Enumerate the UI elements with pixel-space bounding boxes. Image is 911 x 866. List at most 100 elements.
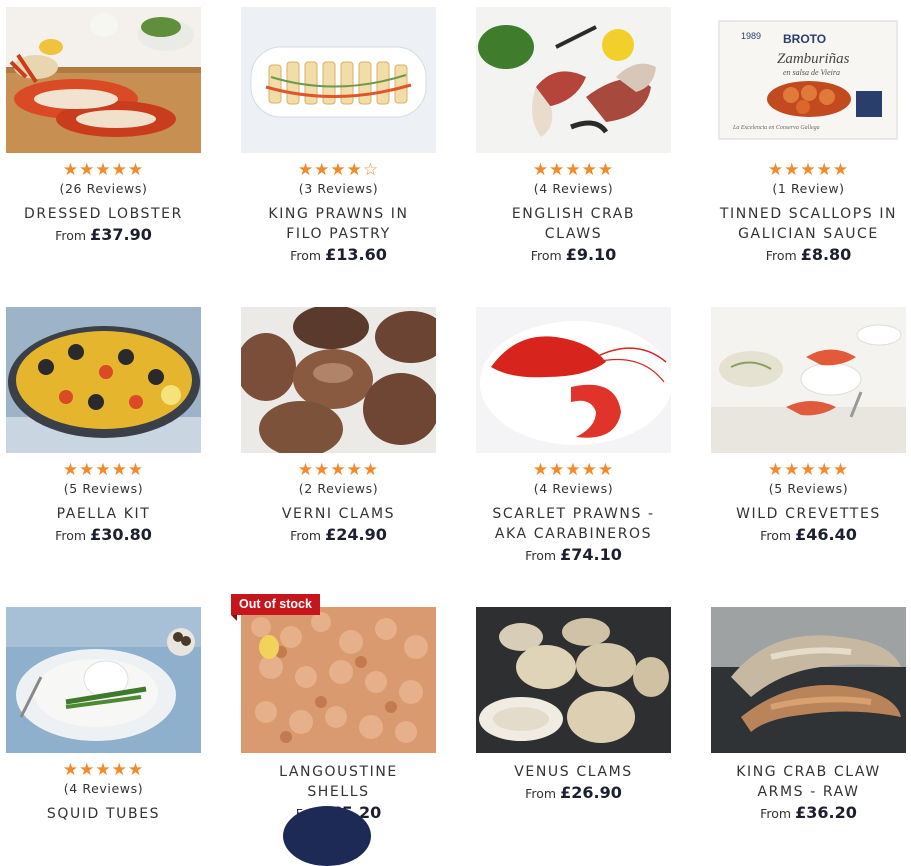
product-image-dressed-lobster[interactable] xyxy=(6,7,201,153)
review-count[interactable]: (4 Reviews) xyxy=(476,181,671,196)
price-line: From £8.80 xyxy=(711,245,906,264)
product-image-squid-tubes[interactable] xyxy=(6,607,201,753)
squid-tubes-image xyxy=(6,607,201,753)
crab-claws-image xyxy=(476,7,671,153)
product-image-english-crab-claws[interactable] xyxy=(476,7,671,153)
paella-image xyxy=(6,307,201,453)
scallop-tin-image: 1989 BROTO Zamburiñas en salsa de Vieira… xyxy=(711,7,906,153)
product-image-king-prawns-filo[interactable] xyxy=(241,7,436,153)
price-line: From £9.10 xyxy=(476,245,671,264)
verni-clams-image xyxy=(241,307,436,453)
review-count[interactable]: (5 Reviews) xyxy=(6,481,201,496)
product-card-wild-crevettes[interactable]: ★★★★★ (5 Reviews) WILD CREVETTES From £46… xyxy=(711,307,906,544)
product-title[interactable]: ENGLISH CRAB CLAWS xyxy=(476,204,671,244)
product-price: £74.10 xyxy=(560,545,622,564)
product-image-tinned-scallops[interactable]: 1989 BROTO Zamburiñas en salsa de Vieira… xyxy=(711,7,906,153)
product-title[interactable]: VERNI CLAMS xyxy=(241,504,436,524)
price-line: From £37.90 xyxy=(6,225,201,244)
star-rating: ★★★★★ xyxy=(62,760,145,780)
tin-year: 1989 xyxy=(741,31,761,41)
price-prefix: From xyxy=(765,248,797,263)
product-card-squid-tubes[interactable]: ★★★★★ (4 Reviews) SQUID TUBES xyxy=(6,607,201,824)
price-prefix: From xyxy=(55,528,87,543)
product-title[interactable]: SCARLET PRAWNS - AKA CARABINEROS xyxy=(476,504,671,544)
product-price: £26.90 xyxy=(560,783,622,802)
product-card-english-crab-claws[interactable]: ★★★★★ (4 Reviews) ENGLISH CRAB CLAWS Fro… xyxy=(476,7,671,264)
out-of-stock-badge: Out of stock xyxy=(231,594,320,621)
product-title[interactable]: KING PRAWNS IN FILO PASTRY xyxy=(241,204,436,244)
product-price: £9.10 xyxy=(565,245,617,264)
price-prefix: From xyxy=(760,806,792,821)
star-rating: ★★★★★ xyxy=(62,160,145,180)
product-image-wild-crevettes[interactable] xyxy=(711,307,906,453)
product-price: £13.60 xyxy=(325,245,387,264)
star-rating: ★★★★★ xyxy=(62,460,145,480)
star-rating: ★★★★★ xyxy=(767,160,850,180)
chat-widget-button[interactable] xyxy=(283,806,371,866)
review-count[interactable]: (4 Reviews) xyxy=(6,781,201,796)
product-price: £36.20 xyxy=(795,803,857,822)
product-image-paella-kit[interactable] xyxy=(6,307,201,453)
product-title[interactable]: TINNED SCALLOPS IN GALICIAN SAUCE xyxy=(711,204,906,244)
product-image-scarlet-prawns[interactable] xyxy=(476,307,671,453)
crevettes-image xyxy=(711,307,906,453)
product-title[interactable]: WILD CREVETTES xyxy=(711,504,906,524)
tin-tagline: La Excelencia en Conserva Gallega xyxy=(732,125,820,131)
review-count[interactable]: (2 Reviews) xyxy=(241,481,436,496)
price-prefix: From xyxy=(55,228,87,243)
review-count[interactable]: (26 Reviews) xyxy=(6,181,201,196)
product-price: £46.40 xyxy=(795,525,857,544)
scarlet-prawns-image xyxy=(476,307,671,453)
product-card-dressed-lobster[interactable]: ★★★★★ (26 Reviews) DRESSED LOBSTER From £… xyxy=(6,7,201,244)
product-card-scarlet-prawns[interactable]: ★★★★★ (4 Reviews) SCARLET PRAWNS - AKA C… xyxy=(476,307,671,564)
price-prefix: From xyxy=(760,528,792,543)
tin-product: Zamburiñas xyxy=(777,51,850,67)
king-crab-image xyxy=(711,607,906,753)
price-prefix: From xyxy=(530,248,562,263)
price-line: From £13.60 xyxy=(241,245,436,264)
product-title[interactable]: DRESSED LOBSTER xyxy=(6,204,201,224)
product-image-langoustine-shells[interactable] xyxy=(241,607,436,753)
product-image-king-crab-claw-arms[interactable] xyxy=(711,607,906,753)
price-line: From £36.20 xyxy=(711,803,906,822)
lobster-image xyxy=(6,7,201,153)
langoustine-shells-image xyxy=(241,607,436,753)
price-line: From £26.90 xyxy=(476,783,671,802)
price-line: From £24.90 xyxy=(241,525,436,544)
tin-subtitle: en salsa de Vieira xyxy=(783,68,840,77)
product-price: £8.80 xyxy=(800,245,852,264)
product-title[interactable]: PAELLA KIT xyxy=(6,504,201,524)
product-card-langoustine-shells[interactable]: LANGOUSTINE SHELLS From£5.20 xyxy=(241,607,436,822)
price-line: From £46.40 xyxy=(711,525,906,544)
filo-prawns-image xyxy=(241,7,436,153)
star-rating: ★★★★☆ xyxy=(297,160,380,180)
product-price: £24.90 xyxy=(325,525,387,544)
review-count[interactable]: (4 Reviews) xyxy=(476,481,671,496)
star-rating: ★★★★★ xyxy=(532,460,615,480)
product-title[interactable]: KING CRAB CLAW ARMS - RAW xyxy=(711,762,906,802)
product-image-verni-clams[interactable] xyxy=(241,307,436,453)
price-prefix: From xyxy=(290,528,322,543)
venus-clams-image xyxy=(476,607,671,753)
product-title[interactable]: LANGOUSTINE SHELLS xyxy=(241,762,436,802)
review-count[interactable]: (1 Review) xyxy=(711,181,906,196)
product-card-king-crab-claw-arms[interactable]: KING CRAB CLAW ARMS - RAW From £36.20 xyxy=(711,607,906,822)
review-count[interactable]: (5 Reviews) xyxy=(711,481,906,496)
product-image-venus-clams[interactable] xyxy=(476,607,671,753)
review-count[interactable]: (3 Reviews) xyxy=(241,181,436,196)
product-card-tinned-scallops[interactable]: 1989 BROTO Zamburiñas en salsa de Vieira… xyxy=(711,7,906,264)
product-card-venus-clams[interactable]: VENUS CLAMS From £26.90 xyxy=(476,607,671,802)
product-title[interactable]: VENUS CLAMS xyxy=(476,762,671,782)
product-price: £30.80 xyxy=(90,525,152,544)
star-rating: ★★★★★ xyxy=(532,160,615,180)
price-prefix: From xyxy=(290,248,322,263)
product-card-verni-clams[interactable]: ★★★★★ (2 Reviews) VERNI CLAMS From £24.90 xyxy=(241,307,436,544)
product-card-king-prawns-filo[interactable]: ★★★★☆ (3 Reviews) KING PRAWNS IN FILO PA… xyxy=(241,7,436,264)
star-rating: ★★★★★ xyxy=(297,460,380,480)
price-line: From £30.80 xyxy=(6,525,201,544)
product-title[interactable]: SQUID TUBES xyxy=(6,804,201,824)
tin-brand: BROTO xyxy=(783,32,826,46)
price-prefix: From xyxy=(525,548,557,563)
price-line: From £74.10 xyxy=(476,545,671,564)
product-card-paella-kit[interactable]: ★★★★★ (5 Reviews) PAELLA KIT From £30.80 xyxy=(6,307,201,544)
